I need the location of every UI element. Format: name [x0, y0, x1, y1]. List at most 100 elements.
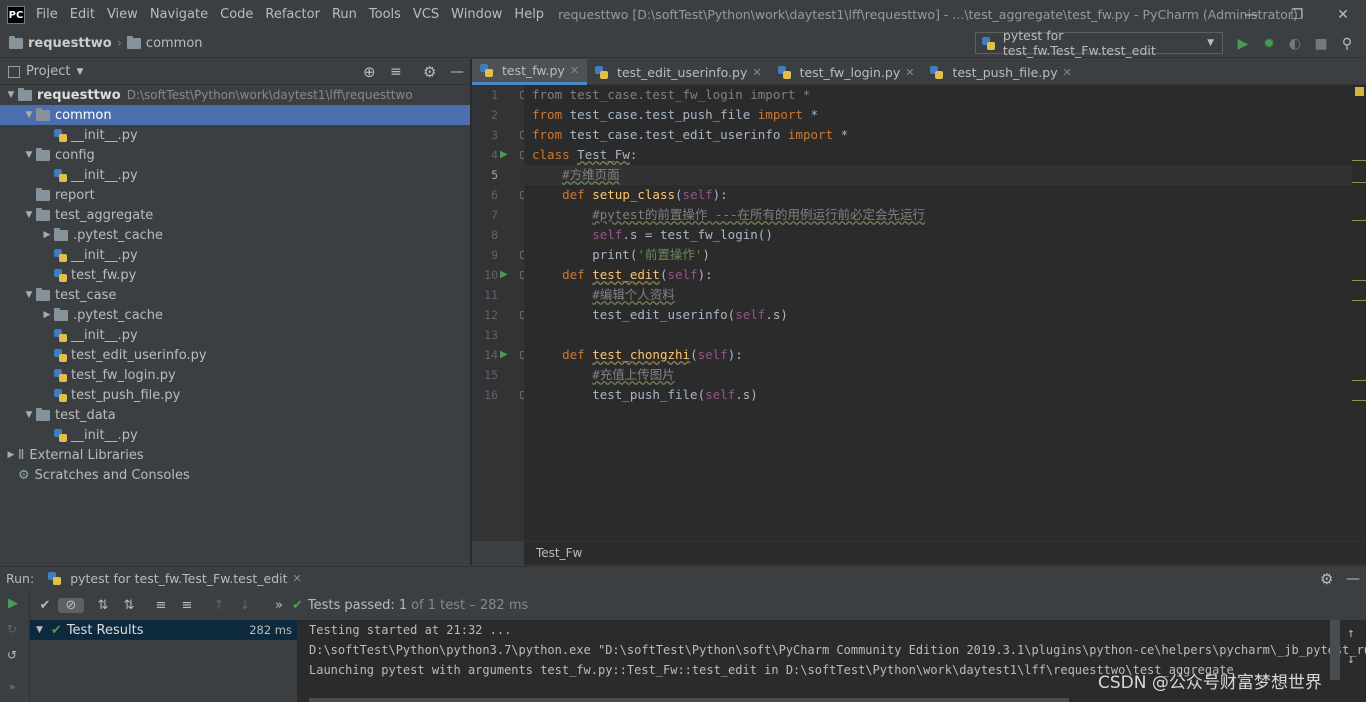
ignore-icon[interactable]: ⊘ — [58, 597, 84, 613]
restore-icon[interactable]: ❐ — [1274, 0, 1320, 29]
rerun-failed-icon[interactable]: ↻ — [7, 622, 17, 636]
menu-item-navigate[interactable]: Navigate — [144, 7, 214, 22]
menu-item-window[interactable]: Window — [445, 7, 508, 22]
menu-item-edit[interactable]: Edit — [64, 7, 101, 22]
test-results-tree: ▼ ✔ Test Results 282 ms — [30, 620, 297, 702]
tree-item[interactable]: ▶ .pytest_cache — [0, 225, 470, 245]
chevron-down-icon[interactable]: ▼ — [4, 90, 18, 100]
chevron-down-icon: ▼ — [1207, 38, 1214, 48]
menu-item-file[interactable]: File — [30, 7, 64, 22]
test-results-row[interactable]: ▼ ✔ Test Results 282 ms — [30, 620, 297, 640]
chevron-down-icon[interactable]: ▼ — [22, 410, 36, 420]
tab-test-fw-py[interactable]: test_fw.py ✕ — [472, 59, 588, 85]
tree-item-label: test_aggregate — [55, 207, 154, 223]
sort-alpha-icon[interactable]: ⇅ — [90, 598, 116, 613]
chevron-right-icon[interactable]: ▶ — [4, 450, 18, 460]
python-file-icon — [930, 65, 944, 79]
more-icon[interactable]: » — [9, 682, 15, 693]
chevron-down-icon[interactable]: ▼ — [36, 625, 43, 635]
expand-all-icon[interactable]: ≡ — [148, 598, 174, 613]
toggle-auto-test-icon[interactable]: ↺ — [7, 648, 17, 662]
collapse-all-icon[interactable]: ≡ — [390, 64, 402, 80]
tree-item[interactable]: test_fw.py — [0, 265, 470, 285]
tree-item[interactable]: ▼ test_aggregate — [0, 205, 470, 225]
tree-item[interactable]: ⚙ Scratches and Consoles — [0, 465, 470, 485]
gear-icon[interactable]: ⚙ — [423, 63, 436, 81]
tree-item[interactable]: __init__.py — [0, 125, 470, 145]
tree-item[interactable]: test_edit_userinfo.py — [0, 345, 470, 365]
chevron-down-icon[interactable]: ▼ — [22, 110, 36, 120]
breadcrumb-folder[interactable]: common — [146, 36, 203, 51]
more-icon[interactable]: » — [266, 598, 292, 613]
arrow-up-icon[interactable]: ↑ — [206, 598, 232, 613]
coverage-icon[interactable]: ◐ — [1282, 36, 1308, 52]
tab-test-fw-login-py[interactable]: test_fw_login.py ✕ — [770, 59, 923, 85]
arrow-down-icon[interactable]: ↓ — [232, 598, 258, 613]
menu-item-code[interactable]: Code — [214, 7, 259, 22]
chevron-down-icon[interactable]: ▼ — [22, 290, 36, 300]
stop-icon[interactable]: ■ — [1308, 36, 1334, 52]
run-tab[interactable]: pytest for test_fw.Test_Fw.test_edit ✕ — [48, 571, 302, 586]
chevron-down-icon[interactable]: ▼ — [22, 210, 36, 220]
search-icon[interactable]: ⚲ — [1334, 36, 1360, 52]
tree-item[interactable]: ▼ test_case — [0, 285, 470, 305]
console-hscrollbar[interactable] — [309, 698, 1069, 702]
tab-test-edit-userinfo-py[interactable]: test_edit_userinfo.py ✕ — [587, 59, 770, 85]
tree-item[interactable]: ▼ test_data — [0, 405, 470, 425]
menu-item-view[interactable]: View — [101, 7, 144, 22]
sort-duration-icon[interactable]: ⇅ — [116, 598, 142, 613]
menu-item-vcs[interactable]: VCS — [407, 7, 445, 22]
chevron-right-icon[interactable]: ▶ — [40, 230, 54, 240]
menu-item-run[interactable]: Run — [326, 7, 363, 22]
close-icon[interactable]: ✕ — [905, 66, 914, 79]
rerun-icon[interactable]: ▶ — [8, 596, 18, 611]
tree-item[interactable]: ▶ Ⅱ External Libraries — [0, 445, 470, 465]
tree-item[interactable]: test_fw_login.py — [0, 365, 470, 385]
tree-item[interactable]: ▼ requesttwo D:\softTest\Python\work\dayte… — [0, 85, 470, 105]
close-icon[interactable]: ✕ — [1320, 0, 1366, 29]
tree-item[interactable]: __init__.py — [0, 165, 470, 185]
editor-scrollbar[interactable] — [1352, 85, 1366, 541]
gear-icon[interactable]: ⚙ — [1320, 570, 1333, 588]
menu-item-tools[interactable]: Tools — [363, 7, 407, 22]
tree-item[interactable]: __init__.py — [0, 325, 470, 345]
hide-icon[interactable]: — — [450, 64, 464, 80]
run-gutter-icon[interactable]: ▶ — [500, 269, 508, 280]
arrow-down-icon[interactable]: ↓ — [1347, 652, 1355, 667]
arrow-up-icon[interactable]: ↑ — [1347, 626, 1355, 641]
run-gutter-icon[interactable]: ▶ — [500, 149, 508, 160]
close-icon[interactable]: ✕ — [293, 572, 302, 585]
debug-icon[interactable]: ✹ — [1256, 36, 1282, 52]
checkmark-icon[interactable]: ✔ — [32, 598, 58, 613]
code-editor[interactable]: from test_case.test_fw_login import * fr… — [524, 85, 1352, 541]
warning-icon[interactable] — [1355, 87, 1364, 96]
close-icon[interactable]: ✕ — [570, 64, 579, 77]
hide-icon[interactable]: — — [1346, 571, 1360, 587]
close-icon[interactable]: ✕ — [752, 66, 761, 79]
menu-item-refactor[interactable]: Refactor — [259, 7, 326, 22]
chevron-down-icon[interactable]: ▼ — [76, 67, 83, 77]
code-breadcrumb[interactable]: Test_Fw — [524, 541, 1366, 565]
close-icon[interactable]: ✕ — [1063, 66, 1072, 79]
tree-item[interactable]: __init__.py — [0, 245, 470, 265]
breadcrumb-root[interactable]: requesttwo — [28, 36, 112, 51]
collapse-all-icon[interactable]: ≡ — [174, 598, 200, 613]
run-gutter-icon[interactable]: ▶ — [500, 349, 508, 360]
console-scrollbar[interactable] — [1330, 620, 1340, 680]
project-tree: ▼ requesttwo D:\softTest\Python\work\dayte… — [0, 85, 470, 565]
minimize-icon[interactable]: — — [1228, 0, 1274, 29]
chevron-right-icon[interactable]: ▶ — [40, 310, 54, 320]
chevron-down-icon[interactable]: ▼ — [22, 150, 36, 160]
tree-item[interactable]: ▼ config — [0, 145, 470, 165]
run-icon[interactable]: ▶ — [1230, 36, 1256, 52]
menu-item-help[interactable]: Help — [508, 7, 550, 22]
tree-item[interactable]: test_push_file.py — [0, 385, 470, 405]
tree-item[interactable]: report — [0, 185, 470, 205]
locate-icon[interactable]: ⊕ — [363, 63, 376, 81]
tree-item[interactable]: ▼ common — [0, 105, 470, 125]
tree-item[interactable]: __init__.py — [0, 425, 470, 445]
tab-test-push-file-py[interactable]: test_push_file.py ✕ — [922, 59, 1079, 85]
tree-item[interactable]: ▶ .pytest_cache — [0, 305, 470, 325]
run-config-selector[interactable]: pytest for test_fw.Test_Fw.test_edit ▼ — [975, 28, 1223, 58]
project-header-label[interactable]: Project — [26, 64, 70, 79]
